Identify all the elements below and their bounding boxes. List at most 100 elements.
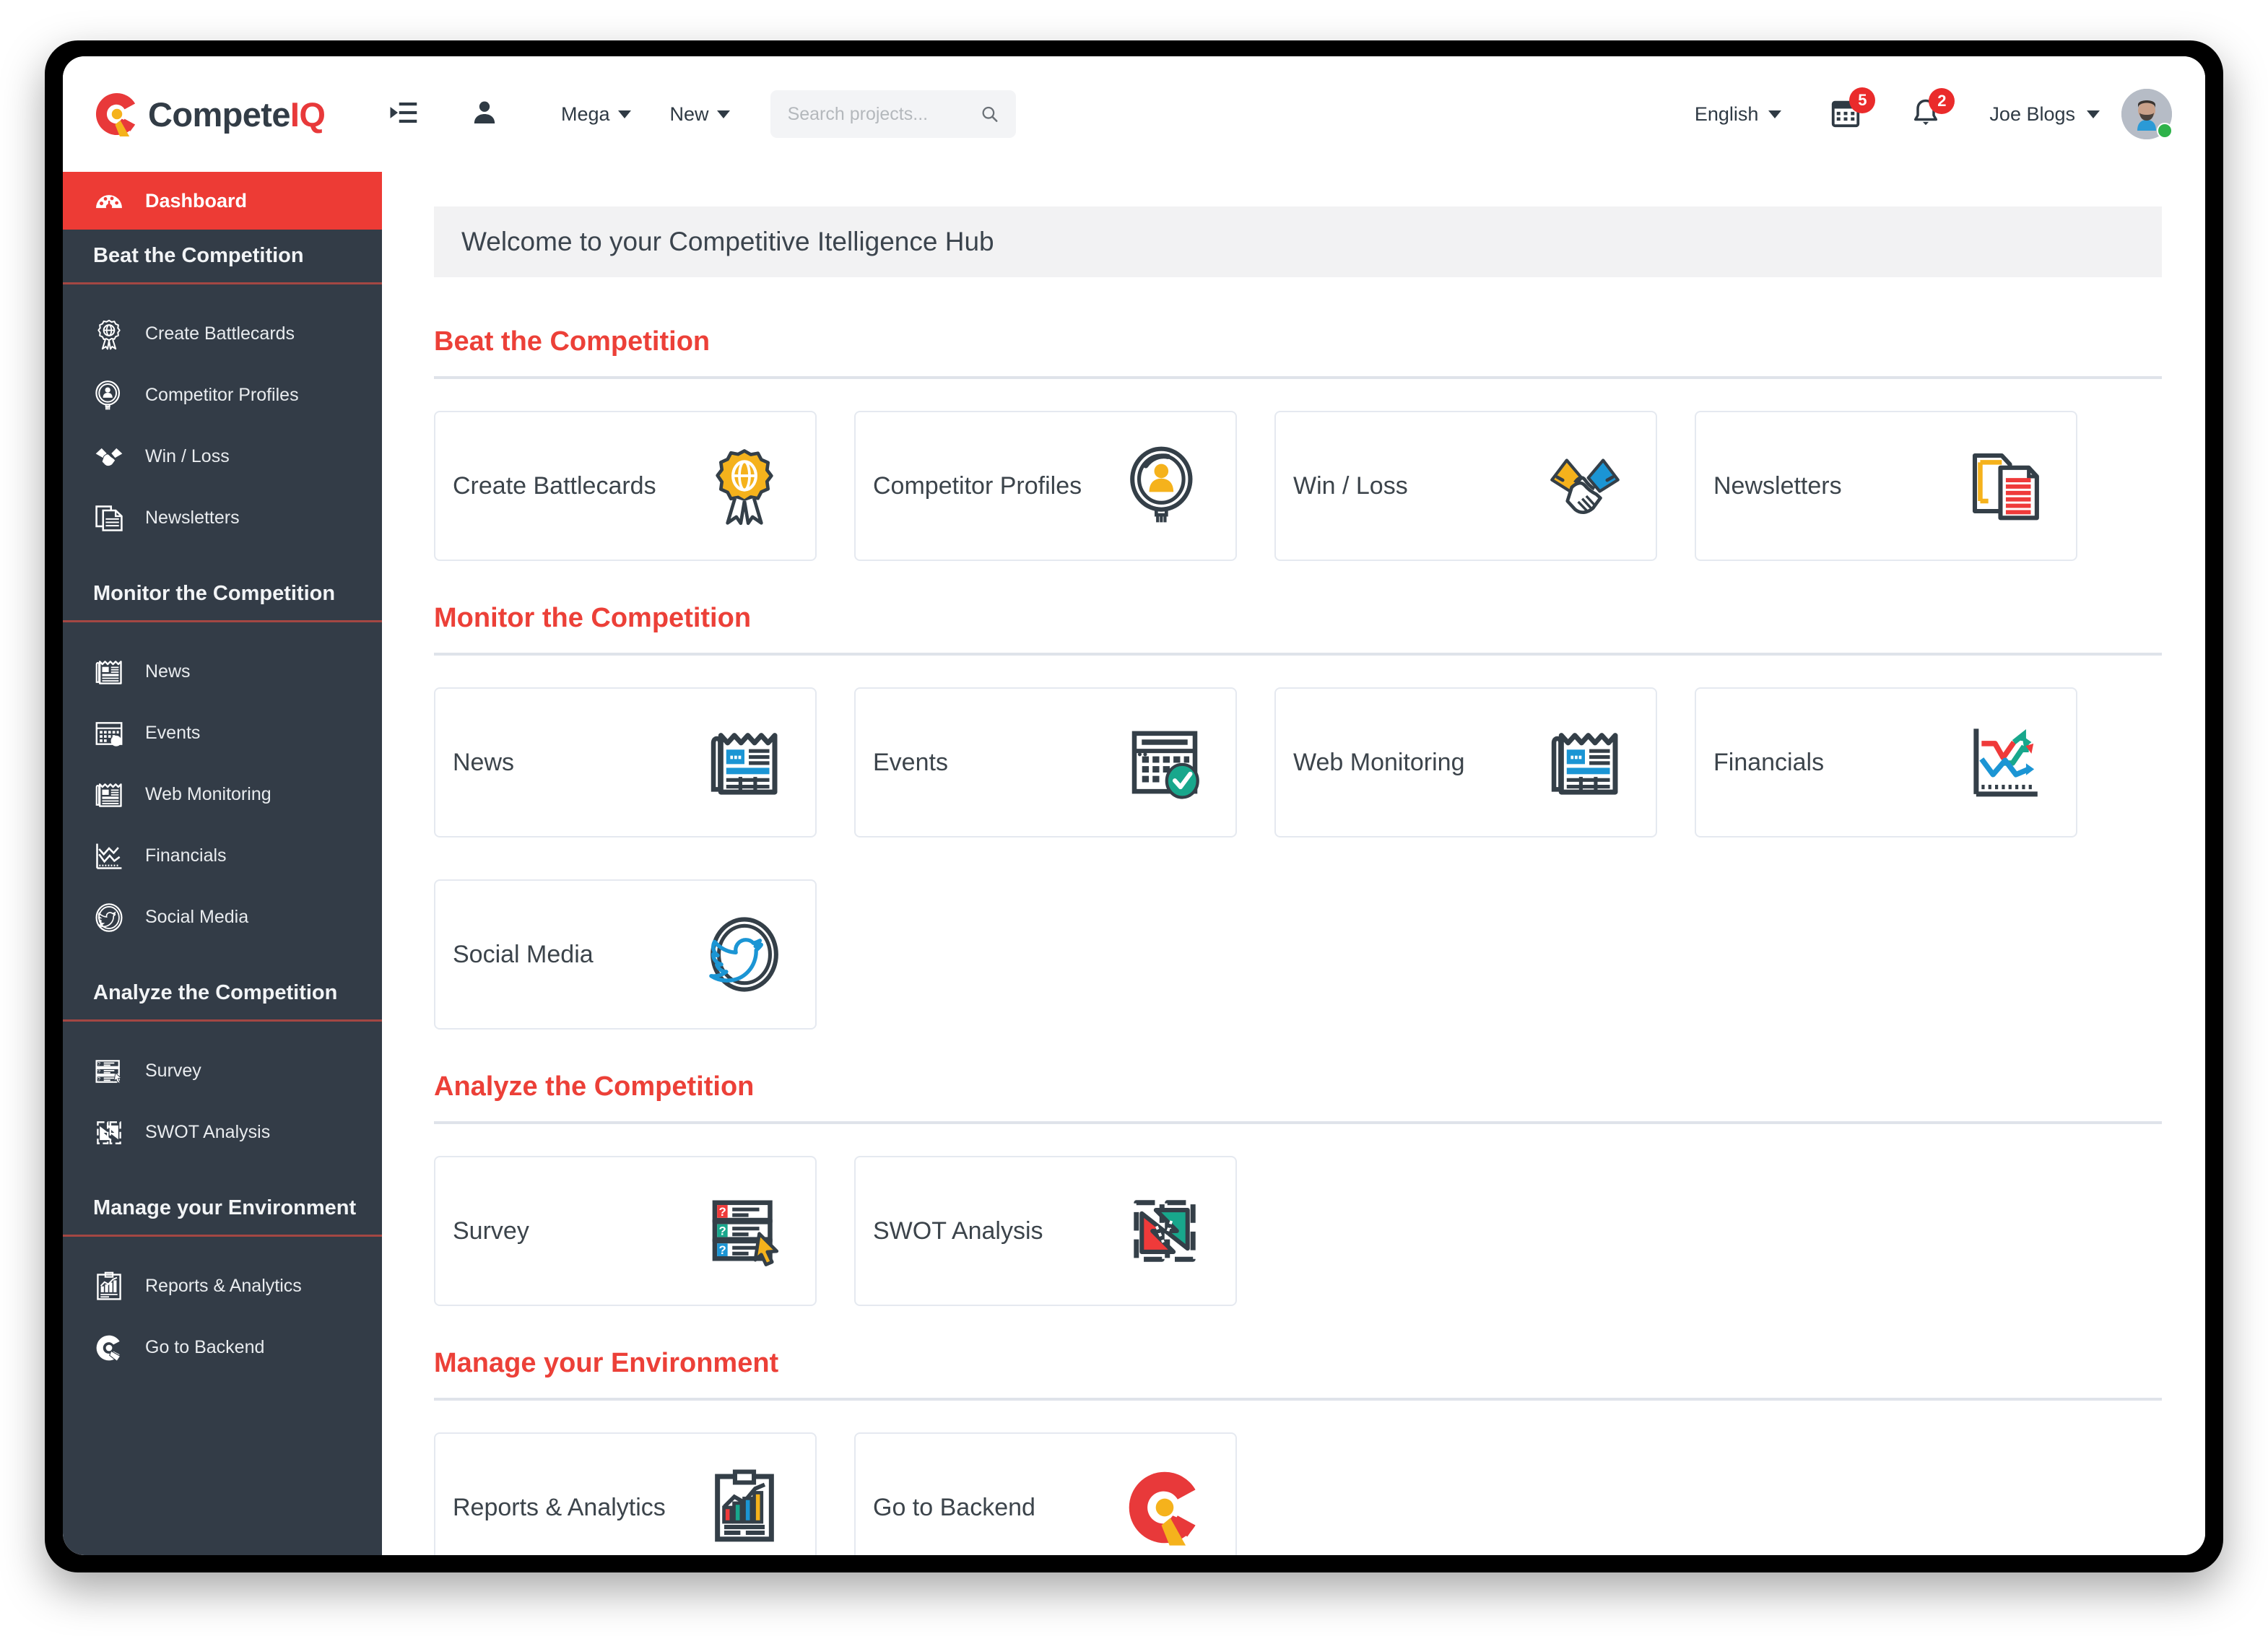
card-news[interactable]: News [434, 687, 817, 837]
sidebar-item-news[interactable]: News [63, 641, 382, 702]
card-label: Competitor Profiles [873, 471, 1082, 500]
swot-arrows-icon [1134, 1200, 1196, 1262]
search-box[interactable] [770, 90, 1016, 138]
main-content: Welcome to your Competitive Itelligence … [382, 172, 2205, 1555]
sidebar-nav: Dashboard Beat the Competition Create Ba… [63, 172, 382, 1555]
section-divider [434, 1398, 2162, 1401]
person-icon[interactable] [470, 98, 499, 131]
sidebar-item-newsletters[interactable]: Newsletters [63, 487, 382, 549]
card-social-media[interactable]: Social Media [434, 879, 817, 1030]
sidebar-item-label: Go to Backend [145, 1337, 265, 1357]
card-swot-analysis[interactable]: SWOT Analysis [854, 1156, 1237, 1306]
card-label: Web Monitoring [1293, 748, 1465, 776]
sidebar-group-title-beat: Beat the Competition [63, 230, 382, 284]
sidebar-item-dashboard[interactable]: Dashboard [63, 172, 382, 230]
search-icon[interactable] [980, 103, 999, 125]
card-row: News Events Web Monitoring Financials [434, 687, 2162, 837]
online-status-dot [2157, 123, 2173, 139]
clipboard-chart-icon [97, 1271, 121, 1300]
card-competitor-profiles[interactable]: Competitor Profiles [854, 411, 1237, 561]
chevron-down-icon [617, 110, 631, 118]
line-chart-icon [96, 843, 122, 869]
newspaper-icon [1551, 733, 1618, 795]
chevron-down-icon [716, 110, 730, 118]
card-newsletters[interactable]: Newsletters [1695, 411, 2077, 561]
sidebar-item-events[interactable]: Events [63, 702, 382, 764]
svg-text:?: ? [97, 1068, 100, 1074]
sidebar-item-label: Social Media [145, 907, 249, 927]
brand-logo[interactable]: CompeteIQ [63, 56, 382, 172]
card-web-monitoring[interactable]: Web Monitoring [1274, 687, 1657, 837]
browser-frame: CompeteIQ Mega New Search projects... En… [45, 40, 2223, 1572]
sidebar-item-label: Survey [145, 1061, 201, 1081]
svg-text:?: ? [97, 1061, 100, 1067]
card-go-to-backend[interactable]: Go to Backend [854, 1432, 1237, 1555]
card-label: Financials [1713, 748, 1825, 776]
competeiq-logo-icon [95, 92, 136, 137]
card-create-battlecards[interactable]: Create Battlecards [434, 411, 817, 561]
documents-icon [1972, 453, 2039, 521]
search-input[interactable] [787, 103, 981, 125]
menu-item-mega[interactable]: Mega [561, 103, 631, 126]
sidebar-item-label: Web Monitoring [145, 784, 271, 804]
twitter-bird-icon [95, 902, 123, 932]
sidebar-item-web-monitoring[interactable]: Web Monitoring [63, 764, 382, 825]
sidebar-group-title-monitor: Monitor the Competition [63, 567, 382, 622]
newspaper-icon [95, 783, 122, 807]
sidebar-item-label: Win / Loss [145, 446, 230, 466]
card-label: Social Media [453, 940, 594, 968]
sidebar-item-swot-analysis[interactable]: SWOT Analysis [63, 1102, 382, 1163]
card-survey[interactable]: Survey ??? [434, 1156, 817, 1306]
page-title: Welcome to your Competitive Itelligence … [434, 206, 2162, 277]
calendar-button[interactable]: 5 [1829, 87, 1876, 133]
ribbon-globe-icon [97, 319, 121, 349]
sidebar-item-label: SWOT Analysis [145, 1122, 271, 1142]
menu-item-new[interactable]: New [670, 103, 730, 126]
card-financials[interactable]: Financials [1695, 687, 2077, 837]
sidebar-item-create-battlecards[interactable]: Create Battlecards [63, 303, 382, 365]
card-label: Go to Backend [873, 1493, 1035, 1521]
sidebar-item-competitor-profiles[interactable]: Competitor Profiles [63, 365, 382, 426]
card-row: Survey ??? SWOT Analysis [434, 1156, 2162, 1306]
section-divider [434, 1121, 2162, 1124]
section-title: Analyze the Competition [434, 1071, 755, 1102]
user-menu[interactable]: Joe Blogs [1989, 103, 2100, 126]
sidebar-item-financials[interactable]: Financials [63, 825, 382, 887]
sidebar-item-dashboard-label: Dashboard [145, 189, 248, 212]
section-analyze-the-competition: Analyze the Competition Survey ??? SWOT … [434, 1071, 2162, 1306]
app-screen: CompeteIQ Mega New Search projects... En… [63, 56, 2205, 1555]
header-right-cluster: English 5 2 Joe Blogs [1695, 87, 2205, 139]
documents-icon [95, 505, 123, 531]
notifications-button[interactable]: 2 [1910, 87, 1955, 132]
sidebar-item-label: News [145, 661, 191, 682]
sidebar-item-social-media[interactable]: Social Media [63, 887, 382, 948]
svg-text:?: ? [719, 1205, 726, 1219]
sidebar-item-label: Newsletters [145, 508, 240, 528]
card-win-loss[interactable]: Win / Loss [1274, 411, 1657, 561]
calendar-badge: 5 [1849, 87, 1876, 113]
card-label: SWOT Analysis [873, 1217, 1043, 1245]
collapse-menu-icon[interactable] [388, 97, 418, 131]
sidebar-item-go-to-backend[interactable]: Go to Backend [63, 1317, 382, 1378]
card-events[interactable]: Events [854, 687, 1237, 837]
card-label: Win / Loss [1293, 471, 1408, 500]
sidebar-group-title-analyze: Analyze the Competition [63, 967, 382, 1022]
section-title: Manage your Environment [434, 1348, 779, 1378]
sidebar-item-label: Reports & Analytics [145, 1276, 302, 1296]
svg-text:?: ? [719, 1243, 726, 1257]
sidebar-item-win-loss[interactable]: Win / Loss [63, 426, 382, 487]
section-beat-the-competition: Beat the Competition Create Battlecards [434, 326, 2162, 561]
handshake-icon [1550, 458, 1620, 514]
sidebar-item-label: Create Battlecards [145, 323, 295, 344]
avatar[interactable] [2121, 89, 2173, 139]
user-name-label: Joe Blogs [1989, 103, 2075, 125]
line-chart-icon [1973, 728, 2038, 797]
card-label: Events [873, 748, 948, 776]
sidebar-item-reports-analytics[interactable]: Reports & Analytics [63, 1256, 382, 1317]
sidebar-item-survey[interactable]: ??? Survey [63, 1040, 382, 1102]
language-selector[interactable]: English [1695, 103, 1782, 126]
svg-text:?: ? [719, 1224, 726, 1238]
card-reports-analytics[interactable]: Reports & Analytics [434, 1432, 817, 1555]
newspaper-icon [95, 660, 122, 684]
ribbon-globe-icon [716, 449, 773, 526]
